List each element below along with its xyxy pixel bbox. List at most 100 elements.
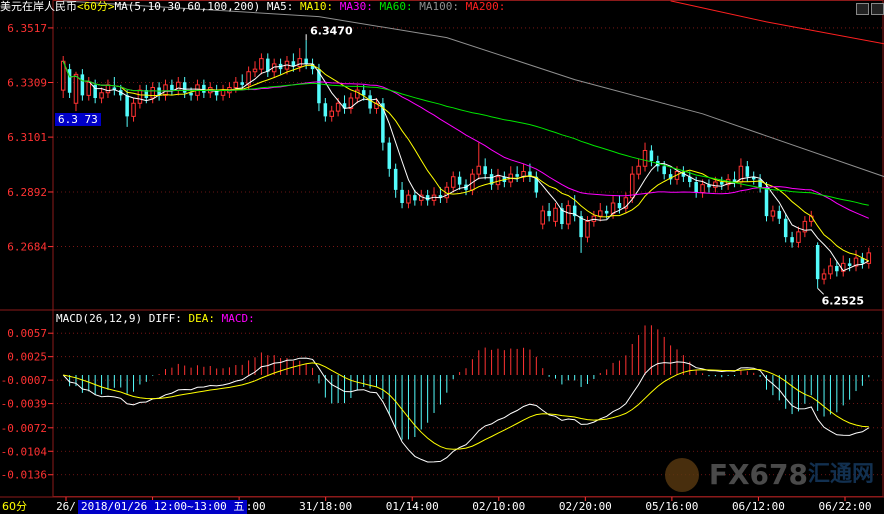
dea-line bbox=[63, 362, 869, 450]
candle-body bbox=[60, 60, 66, 91]
ma200-line bbox=[670, 0, 884, 45]
candle-body bbox=[323, 103, 328, 117]
period-button[interactable]: 60分 bbox=[0, 500, 42, 514]
watermark-sub: 汇通网 bbox=[807, 462, 874, 487]
candle-body bbox=[547, 210, 551, 217]
watermark-text: FX678 bbox=[708, 458, 808, 491]
ma30-label: MA30: bbox=[339, 0, 373, 13]
candle-body bbox=[259, 58, 264, 70]
candle-body bbox=[745, 166, 750, 177]
candle-body bbox=[80, 74, 85, 96]
candle-body bbox=[393, 168, 398, 190]
restore-button[interactable] bbox=[856, 3, 869, 15]
candle-body bbox=[598, 210, 603, 217]
symbol-title: 美元在岸人民币 bbox=[0, 0, 77, 13]
candle-body bbox=[182, 82, 187, 93]
candle-body bbox=[252, 68, 258, 73]
period-label[interactable]: <60分> bbox=[77, 0, 115, 13]
time-tick-label: 02/20:00 bbox=[559, 500, 612, 513]
high-annotation: 6.3470 bbox=[310, 24, 353, 37]
candle-body bbox=[617, 203, 622, 209]
candle-body bbox=[821, 273, 827, 280]
candle-body bbox=[713, 181, 718, 188]
candle-body bbox=[361, 90, 366, 96]
candle-body bbox=[202, 84, 206, 93]
candle-body bbox=[515, 174, 519, 177]
candle-body bbox=[150, 87, 155, 99]
diff-label: DIFF: bbox=[148, 312, 182, 325]
time-tick-label: 26/ bbox=[56, 500, 76, 513]
candle-body bbox=[99, 92, 104, 99]
ma-params: MA(5,10,30,60,100,200) bbox=[114, 0, 261, 13]
time-tick-label: 02/10:00 bbox=[472, 500, 525, 513]
plot-frame bbox=[52, 0, 884, 497]
candle-body bbox=[790, 237, 794, 243]
candle-body bbox=[266, 58, 270, 72]
candle-body bbox=[406, 194, 411, 204]
time-tick-label: 06/22:00 bbox=[819, 500, 872, 513]
candle-body bbox=[425, 195, 430, 201]
candle-body bbox=[770, 210, 776, 217]
candle-body bbox=[335, 102, 341, 112]
macd-label: MACD: bbox=[221, 312, 255, 325]
candle-body bbox=[700, 184, 705, 193]
ma-header: 美元在岸人民币<60分>MA(5,10,30,60,100,200) MA5: … bbox=[0, 0, 505, 14]
candle-body bbox=[662, 166, 666, 175]
candle-body bbox=[828, 265, 833, 275]
macd-header: MACD(26,12,9) DIFF: DEA: MACD: bbox=[56, 312, 255, 326]
candle-body bbox=[368, 95, 372, 109]
candle-body bbox=[387, 142, 392, 169]
time-tick-label: 01/14:00 bbox=[386, 500, 439, 513]
candle-body bbox=[732, 179, 737, 182]
watermark-logo-icon bbox=[665, 458, 700, 492]
price-tick-label: 6.3517 bbox=[7, 22, 47, 35]
candle-body bbox=[413, 195, 417, 201]
macd-tick-label: -0.0039 bbox=[1, 398, 47, 411]
candle-body bbox=[137, 89, 143, 104]
candle-body bbox=[105, 84, 111, 94]
candle-body bbox=[189, 92, 193, 96]
candle-body bbox=[566, 205, 571, 225]
maximize-button[interactable] bbox=[871, 3, 884, 15]
candle-body bbox=[604, 210, 609, 214]
candle-body bbox=[719, 182, 724, 185]
candle-body bbox=[125, 95, 129, 117]
candle-body bbox=[579, 216, 583, 238]
candle-body bbox=[297, 58, 303, 67]
macd-tick-label: -0.0007 bbox=[1, 374, 47, 387]
low-annotation: 6.2525 bbox=[822, 294, 864, 307]
candle-body bbox=[131, 102, 136, 117]
macd-tick-label: 0.0025 bbox=[7, 351, 47, 364]
candle-body bbox=[476, 165, 482, 175]
candle-body bbox=[847, 263, 852, 266]
candle-body bbox=[610, 202, 616, 214]
ma100-label: MA100: bbox=[419, 0, 459, 13]
candle-body bbox=[694, 182, 698, 193]
ma100-line bbox=[63, 0, 884, 178]
candle-body bbox=[777, 210, 782, 219]
price-tick-label: 6.3309 bbox=[7, 77, 47, 90]
macd-tick-label: -0.0072 bbox=[1, 422, 47, 435]
ma200-label: MA200: bbox=[465, 0, 506, 13]
candle-body bbox=[163, 84, 168, 96]
ma5-label: MA5: bbox=[266, 0, 294, 13]
candle-body bbox=[764, 187, 769, 217]
candle-body bbox=[636, 165, 641, 175]
candle-body bbox=[329, 110, 334, 117]
macd-tick-label: 0.0057 bbox=[7, 327, 47, 340]
candle-body bbox=[783, 218, 788, 238]
candle-body bbox=[240, 82, 244, 85]
candle-body bbox=[483, 166, 487, 175]
candle-body bbox=[73, 73, 79, 104]
candle-body bbox=[304, 58, 308, 64]
ma10-label: MA10: bbox=[299, 0, 334, 13]
price-tick-label: 6.3101 bbox=[7, 131, 47, 144]
price-box: 6.3 73 bbox=[55, 113, 101, 126]
candle-body bbox=[629, 173, 635, 199]
candle-body bbox=[457, 176, 462, 185]
price-chart: 6.3517 6.3309 6.3101 6.2892 6.2684 0.0057 0.00… bbox=[0, 0, 884, 513]
candle-body bbox=[649, 150, 654, 161]
macd-params: MACD(26,12,9) bbox=[56, 312, 143, 325]
candle-body bbox=[835, 266, 839, 272]
candle-body bbox=[170, 84, 174, 91]
